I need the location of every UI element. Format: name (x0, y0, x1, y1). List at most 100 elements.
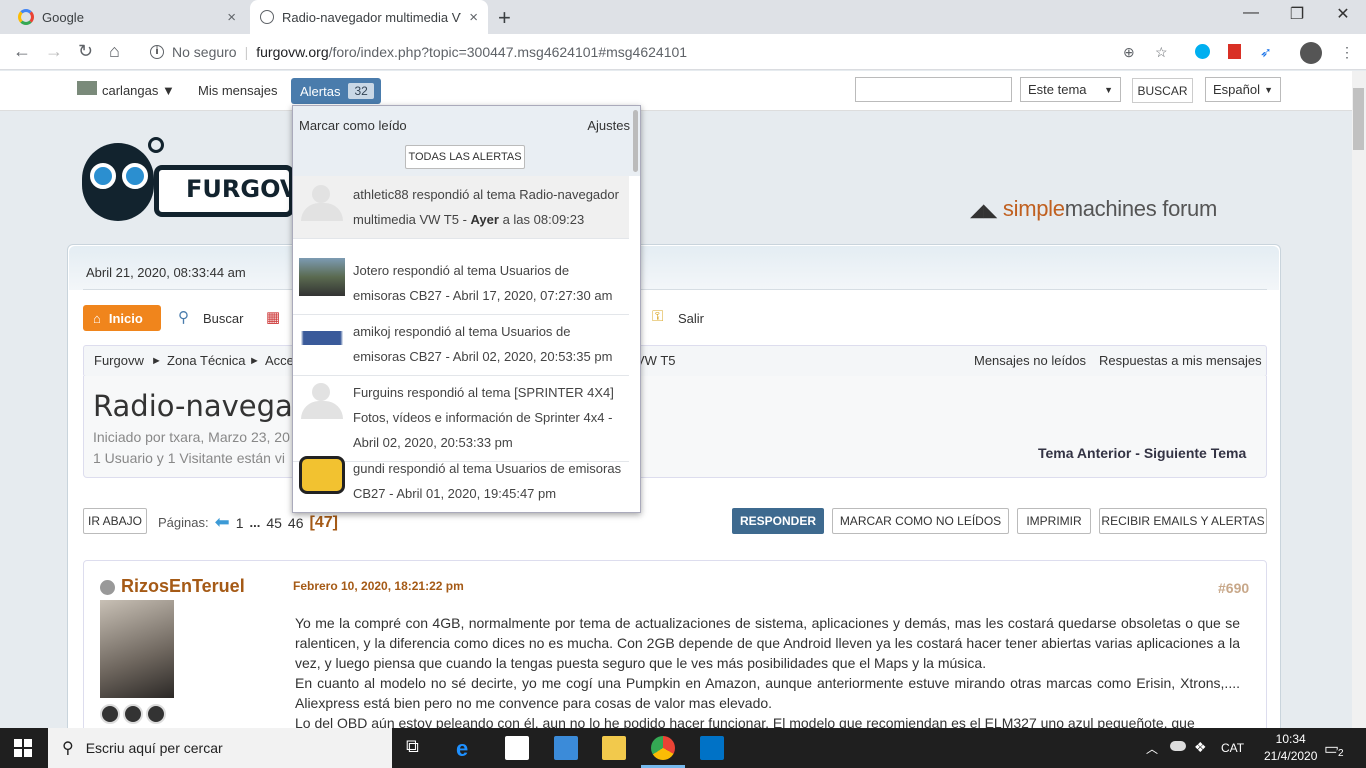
prev-page-arrow-icon[interactable]: ⬅ (215, 512, 230, 533)
post-number[interactable]: #690 (1218, 580, 1249, 596)
back-icon[interactable]: ← (13, 41, 31, 62)
page-scrollbar-thumb[interactable] (1353, 88, 1364, 150)
rank-star-icon (146, 704, 166, 724)
alert-text: amikoj respondió al tema Usuarios de emi… (353, 324, 613, 364)
bookmark-star-icon[interactable]: ☆ (1155, 44, 1168, 61)
alert-text: athletic88 respondió al tema Radio-naveg… (353, 187, 619, 227)
crumb-furgovw[interactable]: Furgovw (94, 353, 144, 368)
alert-avatar (299, 258, 345, 296)
calendar-icon[interactable]: ▦ (266, 308, 280, 326)
smf-forum: forum (1156, 196, 1218, 221)
new-tab-button[interactable]: + (498, 5, 511, 31)
windows-start-icon[interactable] (14, 739, 32, 757)
alerts-settings-link[interactable]: Ajustes (587, 118, 630, 133)
dropdown-scrollbar[interactable] (633, 110, 638, 172)
url-path: /foro/index.php?topic=300447.msg4624101#… (328, 44, 688, 60)
unread-link[interactable]: Mensajes no leídos (974, 353, 1086, 368)
alert-item[interactable]: Furguins respondió al tema [SPRINTER 4X4… (293, 374, 629, 462)
home-icon[interactable]: ⌂ (109, 41, 120, 62)
info-icon[interactable]: i (150, 45, 164, 59)
close-tab-icon[interactable]: × (227, 9, 236, 26)
default-avatar-icon (299, 380, 345, 419)
mail-icon[interactable] (554, 736, 578, 760)
go-down-button[interactable]: IR ABAJO (83, 508, 147, 534)
chevron-up-icon[interactable]: ︿ (1146, 740, 1158, 757)
taskbar-search[interactable]: ⚲ Escriu aquí per cercar (48, 728, 392, 768)
mark-unread-button[interactable]: MARCAR COMO NO LEÍDOS (832, 508, 1009, 534)
search-scope-select[interactable]: Este tema ▼ (1020, 77, 1121, 102)
nav-sep: - (1131, 445, 1144, 461)
furgovw-logo[interactable]: FURGOVW (82, 137, 325, 223)
notify-button[interactable]: RECIBIR EMAILS Y ALERTAS (1099, 508, 1267, 534)
crumb-accesorios[interactable]: Acce (265, 353, 294, 368)
profile-avatar[interactable] (1300, 42, 1322, 64)
taskbar-clock[interactable]: 10:34 21/4/2020 (1264, 731, 1317, 765)
print-button[interactable]: IMPRIMIR (1017, 508, 1091, 534)
page-current: [47] (309, 513, 338, 531)
dropbox-icon[interactable]: ❖ (1194, 739, 1207, 756)
replies-link[interactable]: Respuestas a mis mensajes (1099, 353, 1262, 368)
page-scrollbar[interactable] (1352, 71, 1366, 728)
user-menu[interactable]: carlangas ▼ (102, 83, 175, 98)
page-45[interactable]: 45 (266, 515, 282, 531)
smf-machines: machines (1064, 196, 1157, 221)
skype-icon[interactable] (1195, 44, 1210, 59)
next-topic-link[interactable]: Siguiente Tema (1144, 445, 1246, 461)
tab-radio-navegador[interactable]: Radio-navegador multimedia VW × (250, 0, 488, 34)
store-icon[interactable] (505, 736, 529, 760)
taskbar-search-placeholder: Escriu aquí per cercar (85, 740, 223, 756)
topic-navigation: Tema Anterior - Siguiente Tema (1038, 445, 1246, 461)
alert-item[interactable]: amikoj respondió al tema Usuarios de emi… (293, 313, 629, 376)
task-view-icon[interactable]: ⧉ (406, 736, 430, 760)
reload-icon[interactable]: ↻ (78, 41, 93, 62)
mark-read-link[interactable]: Marcar como leído (299, 118, 407, 133)
file-explorer-icon[interactable] (602, 736, 626, 760)
smf-simple: simple (1002, 196, 1065, 221)
smf-logo: ◢◣ simplemachines forum (970, 196, 1218, 221)
maximize-icon[interactable]: ❐ (1274, 4, 1320, 24)
outlook-icon[interactable] (700, 736, 724, 760)
menu-home[interactable]: ⌂ Inicio (83, 305, 161, 331)
pdf-icon[interactable] (1228, 44, 1241, 59)
viewers: 1 Usuario y 1 Visitante están vi (93, 450, 285, 466)
page-1[interactable]: 1 (236, 515, 244, 531)
address-bar[interactable]: i No seguro | furgovw.org/foro/index.php… (140, 39, 1180, 65)
menu-logout[interactable]: Salir (678, 311, 704, 326)
menu-search[interactable]: Buscar (203, 311, 243, 326)
my-messages-link[interactable]: Mis mensajes (198, 83, 277, 98)
crumb-zona-tecnica[interactable]: Zona Técnica (167, 353, 246, 368)
onedrive-icon[interactable] (1170, 741, 1186, 751)
alerts-button[interactable]: Alertas 32 (291, 78, 381, 104)
alert-item[interactable]: athletic88 respondió al tema Radio-naveg… (293, 176, 629, 239)
zoom-icon[interactable]: ⊕ (1123, 44, 1135, 61)
close-tab-icon[interactable]: × (469, 9, 478, 26)
chrome-icon[interactable] (651, 736, 675, 760)
reply-button[interactable]: RESPONDER (732, 508, 824, 534)
tab-google[interactable]: Google × (8, 0, 246, 34)
page-46[interactable]: 46 (288, 515, 304, 531)
input-language[interactable]: CAT (1221, 741, 1244, 755)
post-author[interactable]: RizosEnTeruel (121, 576, 245, 597)
alerts-count-badge: 32 (348, 83, 374, 99)
extension-icon[interactable]: ➶ (1260, 44, 1272, 61)
menu-dots-icon[interactable]: ⋮ (1340, 44, 1354, 61)
alert-avatar (299, 456, 345, 494)
post-body: Yo me la compré con 4GB, normalmente por… (295, 615, 1240, 728)
all-alerts-button[interactable]: TODAS LAS ALERTAS (405, 145, 525, 169)
crumb-sep: ► (151, 355, 162, 367)
prev-topic-link[interactable]: Tema Anterior (1038, 445, 1131, 461)
search-input[interactable] (855, 77, 1012, 102)
close-window-icon[interactable]: ✕ (1320, 4, 1366, 24)
post-date[interactable]: Febrero 10, 2020, 18:21:22 pm (293, 579, 464, 593)
edge-icon[interactable]: e (456, 736, 480, 761)
language-select[interactable]: Español ▼ (1205, 77, 1281, 102)
language-value: Español (1213, 82, 1260, 97)
minimize-icon[interactable]: — (1228, 4, 1274, 22)
forward-icon[interactable]: → (45, 41, 63, 62)
key-icon: ⚿ (652, 308, 664, 325)
alert-item[interactable]: gundi respondió al tema Usuarios de emis… (293, 450, 629, 512)
alert-item[interactable]: Jotero respondió al tema Usuarios de emi… (293, 252, 629, 315)
page-ellipsis[interactable]: ... (249, 515, 260, 530)
crumb-topic[interactable]: VW T5 (636, 353, 676, 368)
search-button[interactable]: BUSCAR (1132, 78, 1193, 103)
